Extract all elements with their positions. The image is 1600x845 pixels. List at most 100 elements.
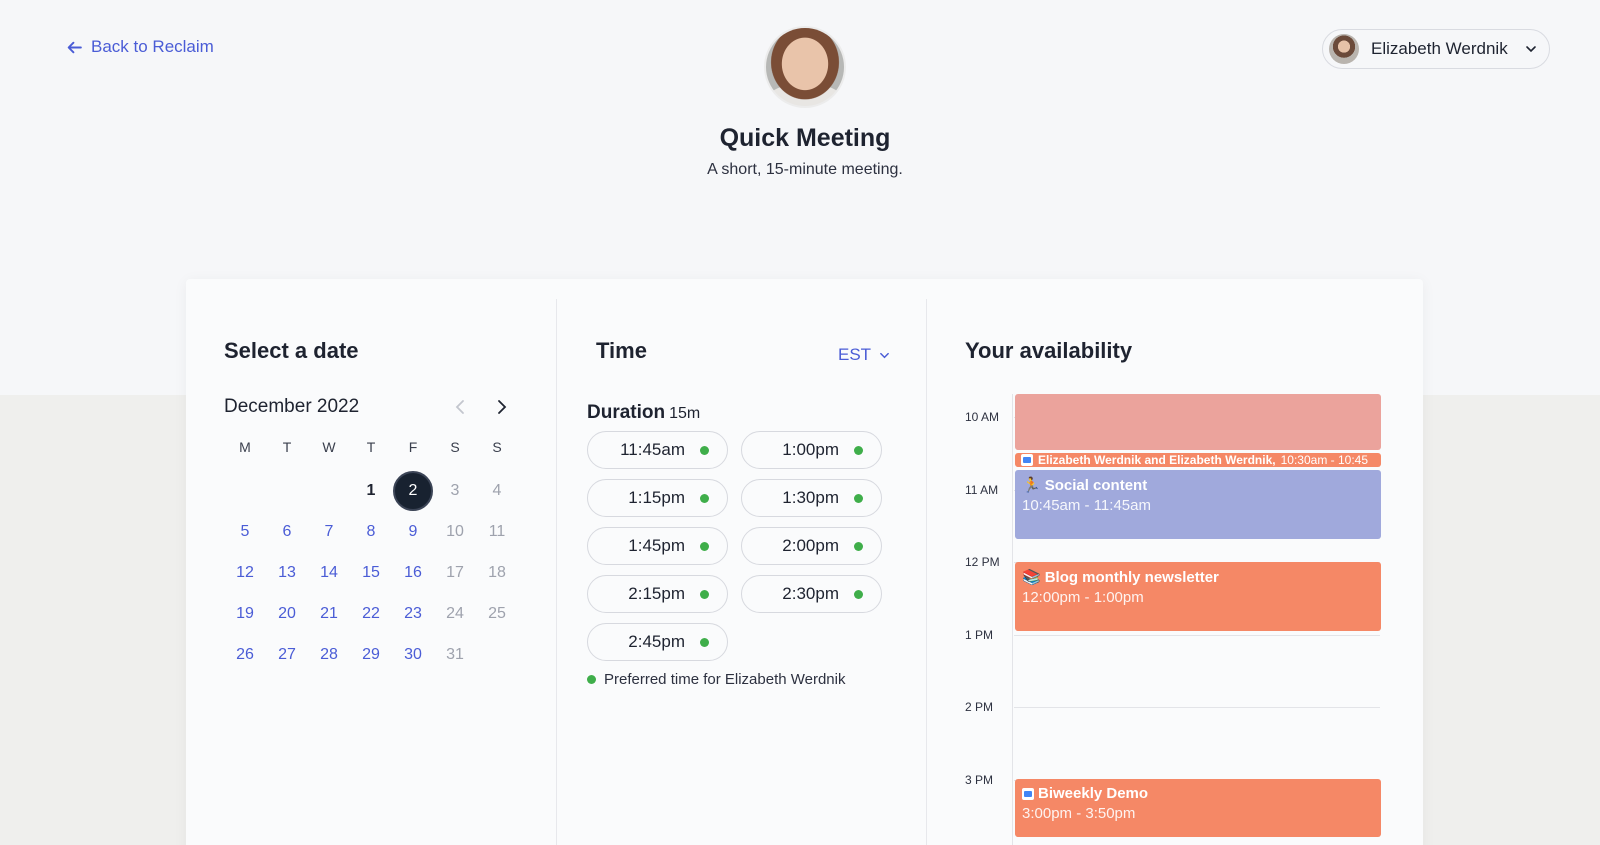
calendar-day-20[interactable]: 20 [267, 594, 307, 634]
back-to-reclaim-link[interactable]: Back to Reclaim [66, 37, 214, 57]
calendar-day-11: 11 [488, 523, 506, 540]
hour-gridline [1014, 707, 1380, 709]
calendar-day-6[interactable]: 6 [267, 512, 307, 552]
calendar-day-16[interactable]: 16 [393, 553, 433, 593]
next-month-chevron-icon[interactable] [492, 398, 510, 416]
calendar-day-1[interactable]: 1 [351, 471, 391, 511]
time-slot-button[interactable]: 2:15pm [587, 575, 728, 613]
time-slot-button[interactable]: 1:15pm [587, 479, 728, 517]
event-title: Elizabeth Werdnik and Elizabeth Werdnik, [1038, 453, 1276, 467]
biweekly-demo-event[interactable]: Biweekly Demo 3:00pm - 3:50pm [1015, 779, 1381, 837]
time-slot-button[interactable]: 2:30pm [741, 575, 882, 613]
hour-gridline [1014, 634, 1380, 636]
calendar-day-21[interactable]: 21 [309, 594, 349, 634]
month-label: December 2022 [224, 396, 360, 417]
weekday-header: F [408, 439, 418, 455]
column-divider [556, 299, 557, 845]
weekday-header: W [322, 439, 336, 455]
calendar-day-22[interactable]: 22 [351, 594, 391, 634]
preferred-dot-icon [587, 675, 596, 684]
time-slot-button[interactable]: 2:45pm [587, 623, 728, 661]
calendar-day-10: 10 [446, 523, 464, 540]
calendar-day-27[interactable]: 27 [267, 635, 307, 675]
weekday-header: T [366, 439, 376, 455]
select-date-title: Select a date [224, 338, 359, 363]
calendar-day-12[interactable]: 12 [225, 553, 265, 593]
event-title: Social content [1044, 476, 1148, 494]
social-content-event[interactable]: 🏃 Social content 10:45am - 11:45am [1015, 470, 1381, 539]
preferred-time-legend: Preferred time for Elizabeth Werdnik [587, 671, 846, 688]
person-running-icon: 🏃 [1022, 477, 1041, 494]
blog-newsletter-event[interactable]: 📚 Blog monthly newsletter 12:00pm - 1:00p… [1015, 562, 1381, 631]
calendar-day-30[interactable]: 30 [393, 635, 433, 675]
hour-label: 1 PM [965, 627, 994, 642]
time-slot-button[interactable]: 1:00pm [741, 431, 882, 469]
preferred-dot-icon [700, 542, 709, 551]
calendar-day-19[interactable]: 19 [225, 594, 265, 634]
google-calendar-icon [1021, 454, 1033, 466]
user-avatar [1329, 34, 1359, 64]
booking-card: Select a date December 2022 MTWTFSS 1234… [186, 279, 1423, 845]
calendar-day-13[interactable]: 13 [267, 553, 307, 593]
calendar-day-3: 3 [450, 482, 460, 499]
event-time: 10:45am - 11:45am [1022, 497, 1151, 514]
preferred-dot-icon [700, 494, 709, 503]
arrow-left-icon [67, 41, 82, 53]
meeting-title: Quick Meeting [719, 124, 891, 152]
preferred-dot-icon [700, 446, 709, 455]
calendar-day-8[interactable]: 8 [351, 512, 391, 552]
event-time: 3:00pm - 3:50pm [1022, 805, 1136, 822]
weekday-header: S [450, 439, 460, 455]
user-name: Elizabeth Werdnik [1371, 39, 1508, 58]
calendar-day-24: 24 [446, 605, 464, 622]
hour-label: 10 AM [965, 410, 1000, 424]
chevron-down-icon [1526, 46, 1536, 53]
book-icon: 📚 [1022, 569, 1041, 586]
duration-value: 15m [669, 405, 701, 422]
calendar-day-9[interactable]: 9 [393, 512, 433, 552]
calendar-day-31: 31 [446, 646, 464, 663]
timezone-value: EST [838, 345, 872, 364]
host-avatar [766, 28, 844, 106]
calendar-day-18: 18 [488, 564, 506, 581]
weekday-header: S [492, 439, 502, 455]
timeline-axis [1012, 394, 1013, 845]
weekday-header: T [282, 439, 292, 455]
event-time: 10:30am - 10:45 [1280, 453, 1369, 467]
time-title: Time [596, 338, 647, 363]
event-title: Biweekly Demo [1038, 785, 1149, 802]
timezone-select[interactable]: EST [838, 345, 890, 365]
duration-label-text: Duration [587, 402, 666, 423]
time-slot-button[interactable]: 1:30pm [741, 479, 882, 517]
column-divider [926, 299, 927, 845]
calendar-day-2[interactable]: 2 [393, 471, 433, 511]
time-slot-label: 2:30pm [782, 584, 839, 603]
time-slot-button[interactable]: 11:45am [587, 431, 728, 469]
calendar-day-29[interactable]: 29 [351, 635, 391, 675]
legend-text: Preferred time for Elizabeth Werdnik [604, 671, 846, 688]
preferred-dot-icon [854, 590, 863, 599]
time-slot-button[interactable]: 2:00pm [741, 527, 882, 565]
calendar-day-28[interactable]: 28 [309, 635, 349, 675]
time-slot-button[interactable]: 1:45pm [587, 527, 728, 565]
availability-title: Your availability [965, 338, 1133, 363]
calendar-day-26[interactable]: 26 [225, 635, 265, 675]
calendar-day-23[interactable]: 23 [393, 594, 433, 634]
time-slot-label: 2:00pm [782, 536, 839, 555]
preferred-dot-icon [854, 446, 863, 455]
busy-block-event[interactable] [1015, 394, 1381, 450]
meeting-subtitle: A short, 15-minute meeting. [707, 161, 903, 178]
hour-label: 11 AM [965, 482, 999, 497]
time-slot-label: 1:00pm [782, 440, 839, 459]
calendar-day-7[interactable]: 7 [309, 512, 349, 552]
calendar-day-4: 4 [492, 482, 502, 499]
calendar-day-5[interactable]: 5 [225, 512, 265, 552]
hour-label: 2 PM [965, 700, 994, 715]
calendar-day-25: 25 [488, 605, 506, 622]
calendar-day-15[interactable]: 15 [351, 553, 391, 593]
time-slot-label: 2:15pm [628, 584, 685, 603]
calendar-day-14[interactable]: 14 [309, 553, 349, 593]
prev-month-chevron-icon[interactable] [452, 398, 470, 416]
shared-meeting-event[interactable]: Elizabeth Werdnik and Elizabeth Werdnik,… [1015, 453, 1381, 467]
user-menu-button[interactable]: Elizabeth Werdnik [1322, 29, 1550, 69]
